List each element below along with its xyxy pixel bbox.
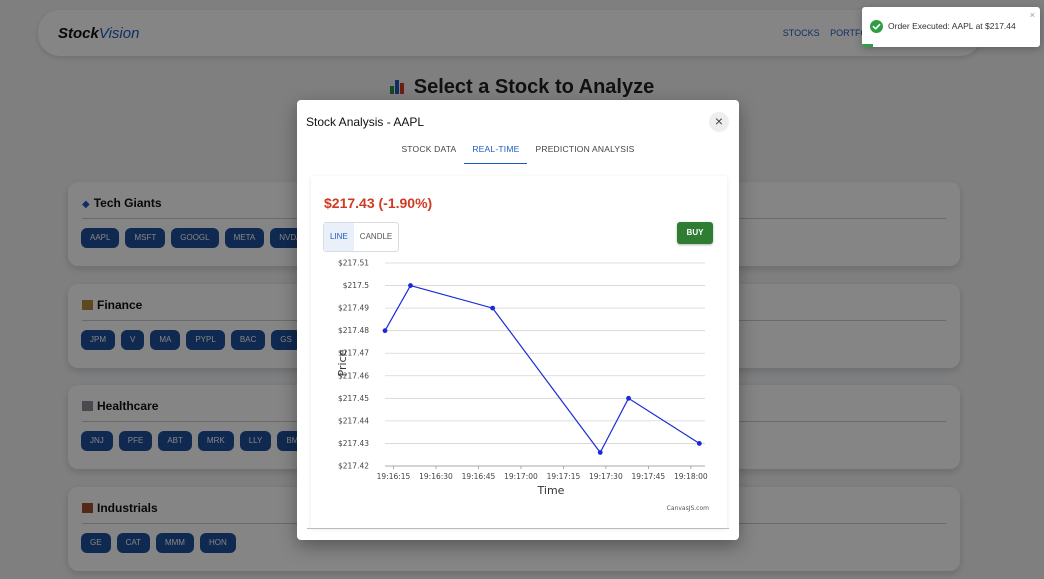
y-tick-label: $217.42 bbox=[338, 462, 369, 471]
chart-type-toggle: LINE CANDLE bbox=[323, 222, 400, 252]
toast-close-icon[interactable]: × bbox=[1030, 10, 1035, 20]
close-icon: × bbox=[714, 113, 724, 129]
current-price: $217.43 (-1.90%) bbox=[324, 195, 433, 211]
y-tick-label: $217.45 bbox=[338, 394, 369, 403]
y-tick-label: $217.48 bbox=[338, 326, 369, 335]
tab-prediction-analysis[interactable]: PREDICTION ANALYSIS bbox=[527, 142, 642, 164]
modal-title: Stock Analysis - AAPL bbox=[306, 115, 425, 129]
x-tick-label: 19:18:00 bbox=[674, 472, 708, 481]
x-tick-label: 19:16:45 bbox=[462, 472, 496, 481]
data-point[interactable] bbox=[382, 328, 388, 334]
line-toggle-button[interactable]: LINE bbox=[324, 223, 354, 251]
toast-message: Order Executed: AAPL at $217.44 bbox=[888, 21, 1016, 31]
price-chart: $217.51$217.5$217.49$217.48$217.47$217.4… bbox=[336, 259, 709, 513]
x-tick-label: 19:16:30 bbox=[419, 472, 453, 481]
stock-analysis-modal: Stock Analysis - AAPL × STOCK DATA REAL-… bbox=[297, 100, 739, 540]
order-toast: Order Executed: AAPL at $217.44 × bbox=[862, 7, 1040, 47]
x-tick-label: 19:17:30 bbox=[589, 472, 623, 481]
tab-real-time[interactable]: REAL-TIME bbox=[464, 142, 528, 164]
y-tick-label: $217.49 bbox=[338, 304, 369, 313]
data-point[interactable] bbox=[597, 450, 603, 455]
x-tick-label: 19:17:00 bbox=[504, 472, 538, 481]
x-tick-label: 19:16:15 bbox=[377, 472, 411, 481]
toast-progress-bar bbox=[862, 44, 873, 47]
tab-stock-data[interactable]: STOCK DATA bbox=[393, 142, 464, 164]
y-tick-label: $217.51 bbox=[338, 259, 369, 268]
candle-toggle-button[interactable]: CANDLE bbox=[354, 223, 398, 251]
real-time-panel: $217.43 (-1.90%) LINE CANDLE BUY $217.51… bbox=[311, 176, 727, 528]
y-tick-label: $217.44 bbox=[338, 416, 369, 425]
x-tick-label: 19:17:45 bbox=[632, 472, 666, 481]
data-point[interactable] bbox=[626, 395, 631, 401]
x-axis-label: Time bbox=[537, 484, 565, 497]
close-button[interactable]: × bbox=[709, 112, 729, 132]
buy-button[interactable]: BUY bbox=[677, 222, 713, 244]
data-point[interactable] bbox=[490, 305, 496, 311]
check-circle-icon bbox=[870, 20, 883, 33]
divider bbox=[307, 528, 729, 529]
chart-watermark[interactable]: CanvasJS.com bbox=[667, 505, 709, 512]
x-tick-label: 19:17:15 bbox=[547, 472, 581, 481]
series-line bbox=[384, 284, 700, 454]
modal-tabs: STOCK DATA REAL-TIME PREDICTION ANALYSIS bbox=[297, 142, 739, 164]
y-tick-label: $217.43 bbox=[338, 439, 369, 448]
y-tick-label: $217.5 bbox=[343, 281, 369, 290]
data-point[interactable] bbox=[696, 441, 702, 446]
y-axis-label: Price bbox=[336, 349, 349, 376]
data-point[interactable] bbox=[408, 283, 413, 288]
